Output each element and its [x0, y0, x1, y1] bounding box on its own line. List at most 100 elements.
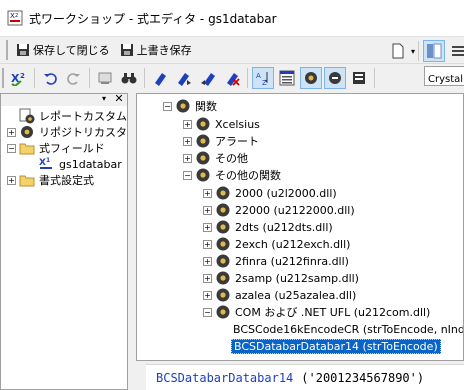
tree-item-label: azalea (u25azalea.dll) [235, 288, 357, 302]
formula-icon: X 1 [39, 157, 52, 169]
new-document-button[interactable] [387, 40, 409, 62]
expand-icon[interactable]: + [203, 273, 212, 283]
expand-icon[interactable]: + [203, 205, 212, 215]
editor-toolbar: X 2 A Z [0, 63, 464, 91]
toolbar-separator [374, 67, 375, 88]
chevron-down-icon[interactable]: ▾ [99, 94, 109, 104]
expand-icon[interactable]: + [183, 153, 192, 163]
function-tree-button[interactable] [300, 66, 322, 89]
tree-item-2dts[interactable]: + 2dts (u212dts.dll) [203, 219, 333, 235]
bookmark-clear-button[interactable] [221, 67, 243, 89]
tree-item-other[interactable]: + その他 [183, 150, 248, 166]
chevron-down-icon[interactable]: ▾ [411, 47, 415, 56]
close-icon[interactable]: ✕ [113, 93, 125, 105]
bookmark-next-icon [178, 72, 191, 86]
toolbar-separator [89, 67, 90, 88]
tree-item-2finra[interactable]: + 2finra (u212finra.dll) [203, 253, 349, 269]
expand-icon[interactable]: + [203, 222, 212, 232]
operator-icon [329, 71, 341, 84]
folder-icon [19, 143, 35, 155]
function-tree-pane: − 関数 + Xcelsius + アラート + その他 − その他の関数 + … [136, 93, 464, 361]
overwrite-save-button[interactable]: 上書き保存 [116, 39, 196, 61]
tree-item-2000[interactable]: + 2000 (u2l2000.dll) [203, 185, 337, 201]
save-and-close-button[interactable]: 保存して閉じる [12, 39, 114, 61]
tree-item-label: その他の関数 [215, 169, 281, 182]
gear-icon [21, 126, 33, 138]
toolbar1-right-group: ▾ [386, 40, 464, 62]
tree-item-2exch[interactable]: + 2exch (u212exch.dll) [203, 236, 350, 252]
field-tree-button[interactable] [276, 67, 298, 89]
tree-item-2samp[interactable]: + 2samp (u212samp.dll) [203, 270, 359, 286]
expand-icon[interactable]: + [203, 290, 212, 300]
undo-button[interactable] [39, 67, 61, 89]
collapse-icon[interactable]: − [203, 307, 212, 317]
syntax-combo[interactable]: Crystal 構 [424, 66, 464, 86]
gear-icon [216, 271, 230, 285]
redo-icon [67, 72, 80, 85]
formula-text-area[interactable]: BCSDatabarDatabar14 ('2001234567890') [146, 364, 464, 390]
gear-icon [216, 203, 230, 217]
svg-text:X: X [39, 158, 46, 168]
save-and-close-label: 保存して閉じる [33, 44, 110, 57]
toolbar-grip [2, 67, 4, 88]
expand-icon[interactable]: + [183, 136, 192, 146]
gear-icon [216, 288, 230, 302]
sort-icon: A Z [256, 71, 268, 86]
collapse-icon[interactable]: − [163, 101, 172, 111]
binoculars-icon [121, 72, 137, 83]
pane-splitter[interactable] [128, 93, 136, 390]
pane-header: ▾ ✕ [1, 93, 127, 106]
tree-item-report-custom-functions[interactable]: レポートカスタム関 [19, 108, 138, 124]
tree-item-gs1databar[interactable]: X 1 gs1databar [39, 156, 122, 172]
formula-tree-button[interactable] [348, 67, 370, 89]
workshop-tree-button[interactable] [423, 40, 446, 62]
gear-icon [196, 134, 210, 148]
expand-icon[interactable]: + [7, 175, 16, 185]
gear-icon [19, 108, 35, 124]
formula-argument: ('2001234567890') [301, 370, 425, 385]
list-icon [452, 46, 464, 56]
collapse-icon[interactable]: − [7, 143, 16, 153]
tree-item-alert[interactable]: + アラート [183, 133, 259, 149]
gear-icon [196, 168, 210, 182]
tree-item-azalea[interactable]: + azalea (u25azalea.dll) [203, 287, 356, 303]
find-button[interactable] [118, 67, 140, 89]
bookmark-previous-button[interactable] [197, 67, 219, 89]
expand-icon[interactable]: + [203, 256, 212, 266]
sort-a-z-button[interactable]: A Z [252, 66, 274, 89]
gear-icon [196, 117, 210, 131]
tree-item-bcsdatabar14[interactable]: BCSDatabarDatabar14 (strToEncode) [231, 338, 441, 354]
redo-button[interactable] [63, 67, 85, 89]
tree-item-other-functions[interactable]: − その他の関数 [183, 167, 281, 183]
operator-tree-button[interactable] [324, 66, 346, 89]
new-document-icon [392, 43, 404, 59]
check-formula-button[interactable]: X 2 [8, 67, 30, 89]
gear-icon [216, 220, 230, 234]
tree-item-label: 2samp (u212samp.dll) [235, 271, 359, 285]
tree-item-label: 2dts (u212dts.dll) [235, 220, 333, 234]
collapse-icon[interactable]: − [183, 170, 192, 180]
main-toolbar: 保存して閉じる 上書き保存 ▾ [0, 36, 464, 63]
tree-item-xcelsius[interactable]: + Xcelsius [183, 116, 260, 132]
bookmark-next-button[interactable] [173, 67, 195, 89]
tree-item-label: 2finra (u212finra.dll) [235, 254, 349, 268]
tree-item-label: Xcelsius [215, 117, 260, 131]
gear-icon [216, 254, 230, 268]
tree-item-formula-fields[interactable]: − 式フィールド [7, 140, 105, 156]
expand-icon[interactable]: + [203, 188, 212, 198]
tree-item-bcscode16k[interactable]: BCSCode16kEncodeCR (strToEncode, nIndex) [233, 321, 463, 337]
expand-icon[interactable]: + [203, 239, 212, 249]
svg-text:1: 1 [46, 157, 50, 164]
tree-item-22000[interactable]: + 22000 (u2122000.dll) [203, 202, 355, 218]
browse-data-button[interactable] [94, 67, 116, 89]
toolbar-options-button[interactable] [447, 40, 464, 62]
tree-item-formatting-formulas[interactable]: + 書式設定式 [7, 172, 94, 188]
bookmark-toggle-button[interactable] [149, 67, 171, 89]
expand-icon[interactable]: + [183, 119, 192, 129]
overwrite-save-label: 上書き保存 [136, 44, 192, 57]
tree-item-functions[interactable]: − 関数 [163, 98, 217, 114]
toolbar-separator [247, 67, 248, 88]
tree-item-com-net-ufl[interactable]: − COM および .NET UFL (u212com.dll) [203, 304, 430, 320]
expand-icon[interactable]: + [7, 127, 16, 137]
formula-tree-icon [353, 71, 365, 84]
